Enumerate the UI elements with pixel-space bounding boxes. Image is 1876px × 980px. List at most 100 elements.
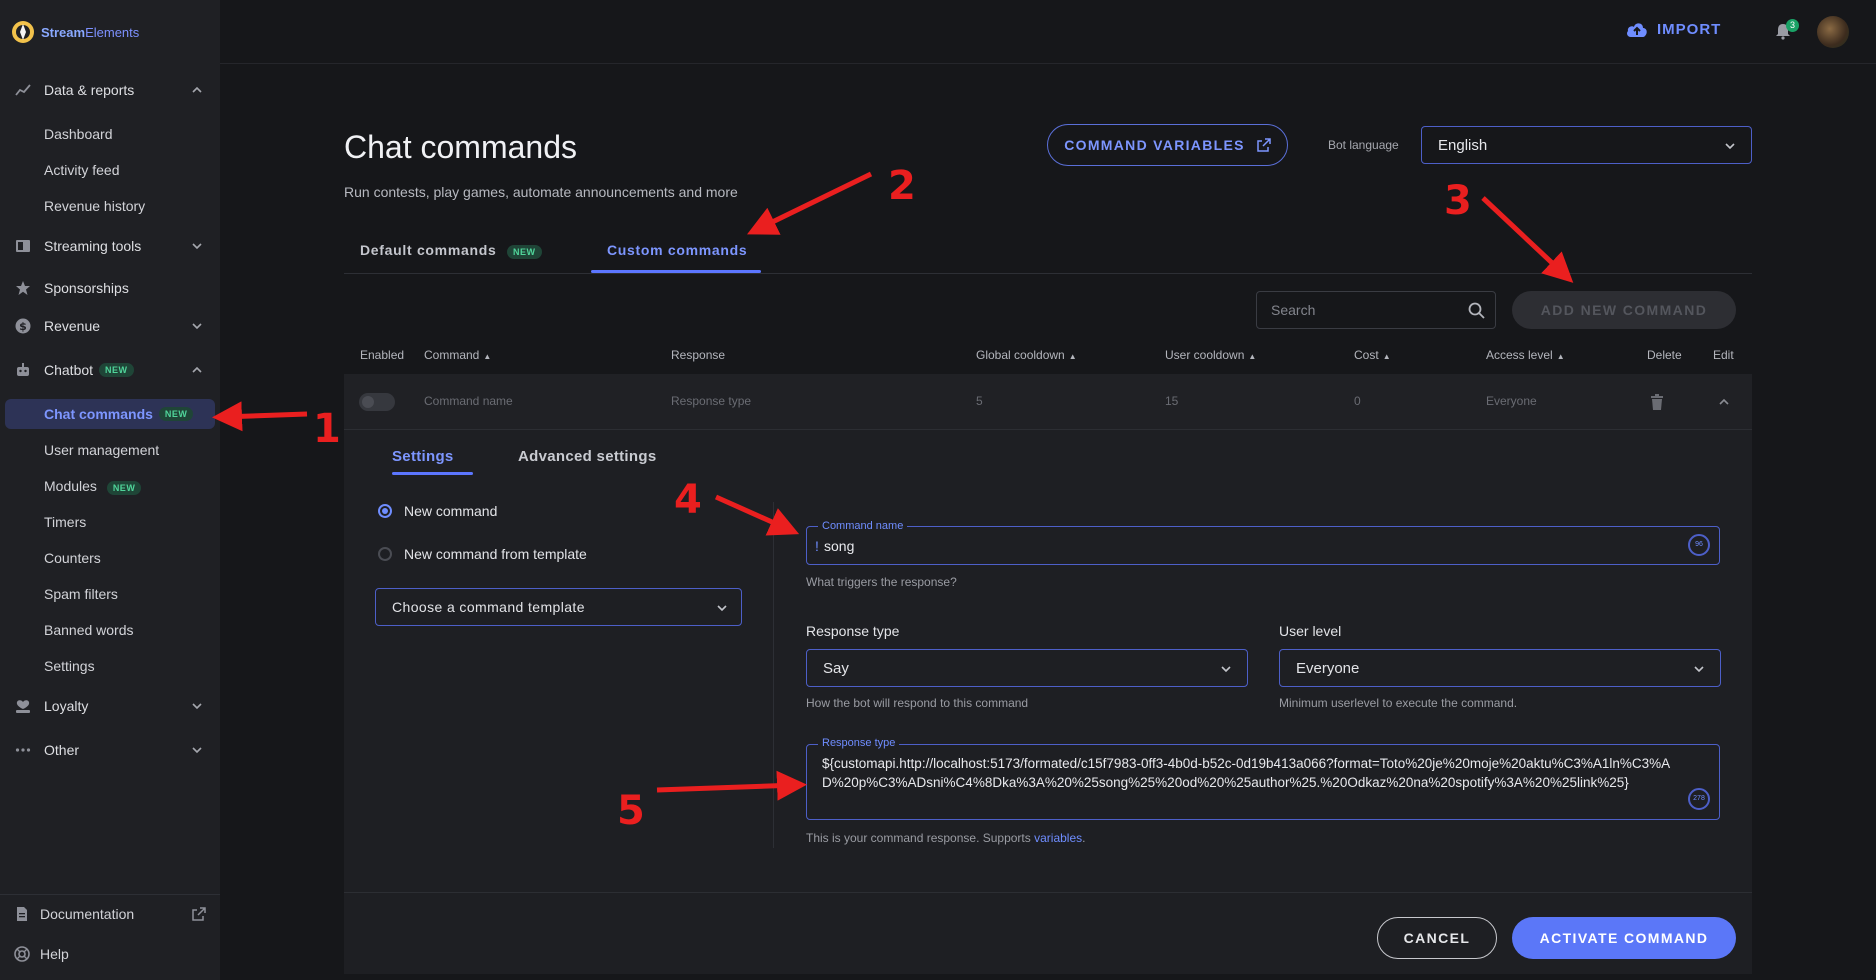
activate-command-button[interactable]: ACTIVATE COMMAND — [1512, 917, 1736, 959]
hint-period: . — [1082, 831, 1086, 845]
sort-icon: ▲ — [483, 352, 492, 361]
user-avatar[interactable] — [1817, 16, 1849, 48]
response-type-select[interactable]: Say — [806, 649, 1248, 687]
radio-label: New command — [404, 503, 498, 519]
column-header-delete: Delete — [1647, 348, 1682, 362]
active-subtab-indicator — [392, 472, 473, 475]
sidebar-item-modules[interactable]: Modules NEW — [44, 476, 142, 496]
annotation-number-4: 4 — [674, 477, 702, 523]
import-button[interactable]: IMPORT — [1625, 20, 1721, 38]
sidebar-section-chatbot[interactable]: Chatbot NEW — [0, 355, 220, 385]
annotation-number-1: 1 — [313, 406, 341, 452]
dollar-icon: $ — [14, 317, 32, 335]
cell-global-cooldown: 5 — [976, 394, 983, 408]
chevron-down-icon — [192, 747, 202, 754]
sidebar-item-settings[interactable]: Settings — [44, 656, 95, 676]
sidebar-section-sponsorships[interactable]: Sponsorships — [0, 273, 220, 303]
cell-access-level: Everyone — [1486, 394, 1537, 408]
response-value: ${customapi.http://localhost:5173/format… — [822, 756, 1671, 790]
sidebar-item-label: Help — [40, 946, 69, 962]
command-name-field[interactable] — [806, 526, 1720, 565]
external-link-icon[interactable] — [191, 906, 207, 922]
tab-default-commands[interactable]: Default commands NEW — [360, 242, 542, 259]
column-header-command[interactable]: Command ▲ — [424, 348, 491, 362]
sidebar-item-chat-commands[interactable]: Chat commands NEW — [5, 399, 215, 429]
tab-custom-commands[interactable]: Custom commands — [607, 242, 747, 258]
sidebar-item-banned-words[interactable]: Banned words — [44, 620, 134, 640]
command-name-value: song — [824, 538, 855, 554]
cloud-upload-icon — [1627, 23, 1647, 37]
sidebar-section-revenue[interactable]: $ Revenue — [0, 311, 220, 341]
radio-new-from-template[interactable]: New command from template — [378, 546, 587, 562]
chevron-down-icon — [192, 243, 202, 250]
sidebar-section-other[interactable]: Other — [0, 735, 220, 765]
new-badge: NEW — [106, 481, 142, 495]
table-row: Command name Response type 5 15 0 Everyo… — [344, 374, 1752, 430]
sort-icon: ▲ — [1382, 352, 1391, 361]
user-level-select[interactable]: Everyone — [1279, 649, 1721, 687]
sidebar-section-label: Loyalty — [44, 698, 89, 714]
external-link-icon — [1257, 138, 1271, 152]
search-input[interactable]: Search — [1256, 291, 1496, 329]
sidebar-item-activity-feed[interactable]: Activity feed — [44, 160, 119, 180]
chevron-down-icon — [192, 323, 202, 330]
sidebar-item-spam-filters[interactable]: Spam filters — [44, 584, 118, 604]
column-header-enabled: Enabled — [360, 348, 405, 362]
chevron-down-icon — [717, 605, 727, 612]
annotation-arrow-1 — [212, 401, 308, 432]
sidebar-section-streaming-tools[interactable]: Streaming tools — [0, 231, 220, 261]
sidebar-item-label: Chat commands — [44, 406, 153, 422]
tab-settings[interactable]: Settings — [392, 448, 454, 465]
sidebar-section-label: Revenue — [44, 318, 101, 334]
notification-count-badge: 3 — [1786, 19, 1799, 32]
sidebar-item-label: Documentation — [40, 906, 135, 922]
user-level-hint: Minimum userlevel to execute the command… — [1279, 696, 1518, 710]
chevron-up-icon — [192, 86, 202, 93]
sidebar-item-revenue-history[interactable]: Revenue history — [44, 196, 145, 216]
new-badge: NEW — [507, 245, 542, 259]
sort-icon: ▲ — [1556, 352, 1565, 361]
active-tab-indicator — [591, 270, 761, 273]
annotation-number-3: 3 — [1444, 178, 1472, 224]
more-icon — [14, 741, 32, 759]
chevron-up-icon[interactable] — [1717, 395, 1731, 409]
column-header-label: Command — [424, 348, 480, 362]
streamelements-logo[interactable]: StreamElements — [11, 20, 139, 44]
sidebar-item-timers[interactable]: Timers — [44, 512, 86, 532]
response-label: Response type — [818, 737, 900, 749]
variables-link[interactable]: variables — [1034, 831, 1082, 845]
column-header-label: User cooldown — [1165, 348, 1245, 362]
column-header-access-level[interactable]: Access level ▲ — [1486, 348, 1565, 362]
sidebar-section-data-reports[interactable]: Data & reports — [0, 75, 220, 105]
document-icon — [17, 907, 27, 921]
column-header-cost[interactable]: Cost ▲ — [1354, 348, 1391, 362]
sidebar-item-documentation[interactable]: Documentation — [14, 906, 134, 922]
bot-language-select[interactable]: English — [1421, 126, 1752, 164]
command-name-hint: What triggers the response? — [806, 575, 957, 589]
sort-icon: ▲ — [1068, 352, 1077, 361]
trash-icon[interactable] — [1649, 393, 1665, 411]
sidebar-item-user-management[interactable]: User management — [44, 440, 159, 460]
response-type-title: Response type — [806, 623, 900, 639]
cell-response: Response type — [671, 394, 752, 408]
sidebar-divider — [0, 894, 220, 895]
command-template-select[interactable]: Choose a command template — [375, 588, 742, 626]
sidebar-item-counters[interactable]: Counters — [44, 548, 101, 568]
user-level-value: Everyone — [1296, 659, 1360, 677]
cancel-button[interactable]: CANCEL — [1377, 917, 1497, 959]
column-header-global-cooldown[interactable]: Global cooldown ▲ — [976, 348, 1077, 362]
command-variables-button[interactable]: COMMAND VARIABLES — [1047, 124, 1288, 166]
column-header-user-cooldown[interactable]: User cooldown ▲ — [1165, 348, 1256, 362]
radio-new-command[interactable]: New command — [378, 503, 497, 519]
enabled-toggle[interactable] — [359, 393, 395, 411]
streamelements-logo-icon — [12, 21, 34, 43]
sidebar-item-dashboard[interactable]: Dashboard — [44, 124, 113, 144]
new-badge: NEW — [99, 363, 134, 377]
svg-text:$: $ — [19, 320, 27, 333]
radio-button-selected — [378, 504, 392, 518]
sidebar-item-help[interactable]: Help — [14, 946, 69, 962]
sidebar-section-loyalty[interactable]: Loyalty — [0, 691, 220, 721]
star-icon — [14, 279, 32, 297]
add-new-command-button[interactable]: ADD NEW COMMAND — [1512, 291, 1736, 329]
tab-advanced-settings[interactable]: Advanced settings — [518, 448, 656, 465]
